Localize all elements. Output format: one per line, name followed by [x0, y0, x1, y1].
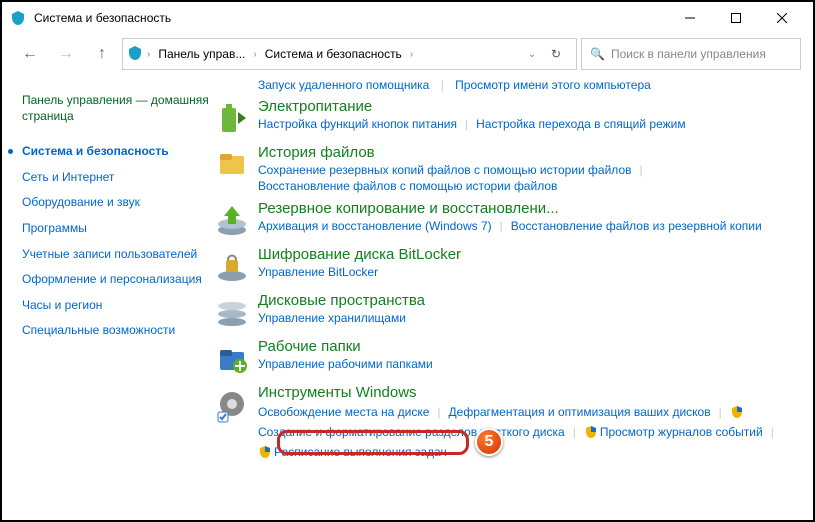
battery-icon: [212, 98, 252, 138]
chevron-right-icon: ›: [145, 49, 152, 60]
window-title: Система и безопасность: [34, 11, 667, 25]
category-title[interactable]: Дисковые пространства: [258, 292, 793, 310]
category-title[interactable]: История файлов: [258, 144, 793, 162]
link[interactable]: Настройка перехода в спящий режим: [476, 116, 685, 132]
cut-off-links: Запуск удаленного помощника | Просмотр и…: [212, 78, 793, 98]
titlebar: Система и безопасность: [2, 2, 813, 34]
category-storagespaces: Дисковые пространства Управление хранили…: [212, 292, 793, 332]
sidebar-item[interactable]: Программы: [22, 216, 212, 242]
refresh-button[interactable]: ↻: [540, 38, 572, 70]
sidebar-item[interactable]: Система и безопасность: [22, 139, 212, 165]
sidebar-item[interactable]: Специальные возможности: [22, 318, 212, 344]
drives-icon: [212, 292, 252, 332]
shield-icon: [258, 445, 272, 459]
forward-button[interactable]: →: [50, 38, 82, 70]
window-controls: [667, 3, 805, 33]
link[interactable]: Расписание выполнения задач: [274, 442, 447, 462]
main-panel: Запуск удаленного помощника | Просмотр и…: [212, 74, 813, 520]
link[interactable]: Архивация и восстановление (Windows 7): [258, 218, 492, 234]
sidebar-item[interactable]: Оформление и персонализация: [22, 267, 212, 293]
app-icon: [10, 10, 26, 26]
maximize-button[interactable]: [713, 3, 759, 33]
sidebar-item[interactable]: Сеть и Интернет: [22, 165, 212, 191]
search-icon: 🔍: [590, 47, 605, 61]
sidebar-item[interactable]: Учетные записи пользователей: [22, 242, 212, 268]
close-button[interactable]: [759, 3, 805, 33]
folder-history-icon: [212, 144, 252, 184]
link[interactable]: Управление хранилищами: [258, 310, 406, 326]
category-backup: Резервное копирование и восстановлени...…: [212, 200, 793, 240]
link[interactable]: Запуск удаленного помощника: [258, 78, 429, 92]
link[interactable]: Управление рабочими папками: [258, 356, 433, 372]
shield-icon: [584, 425, 598, 439]
content-area: Панель управления — домашняя страница Си…: [2, 74, 813, 520]
sidebar: Панель управления — домашняя страница Си…: [2, 74, 212, 520]
sidebar-home[interactable]: Панель управления — домашняя страница: [22, 88, 212, 129]
link[interactable]: Просмотр журналов событий: [600, 422, 763, 442]
link[interactable]: Восстановление файлов с помощью истории …: [258, 178, 557, 194]
link[interactable]: Восстановление файлов из резервной копии: [511, 218, 762, 234]
up-button[interactable]: ↑: [86, 38, 118, 70]
chevron-right-icon: ›: [251, 49, 258, 60]
category-title[interactable]: Инструменты Windows: [258, 384, 793, 402]
link[interactable]: Настройка функций кнопок питания: [258, 116, 457, 132]
link[interactable]: Дефрагментация и оптимизация ваших диско…: [449, 402, 711, 422]
lock-icon: [212, 246, 252, 286]
shield-icon: [730, 405, 744, 419]
back-button[interactable]: ←: [14, 38, 46, 70]
address-bar[interactable]: › Панель управ... › Система и безопаснос…: [122, 38, 577, 70]
category-workfolders: Рабочие папки Управление рабочими папкам…: [212, 338, 793, 378]
search-placeholder: Поиск в панели управления: [611, 47, 766, 61]
category-bitlocker: Шифрование диска BitLocker Управление Bi…: [212, 246, 793, 286]
category-title[interactable]: Рабочие папки: [258, 338, 793, 356]
breadcrumb-seg[interactable]: Система и безопасность: [261, 45, 406, 63]
link[interactable]: Просмотр имени этого компьютера: [455, 78, 651, 92]
search-input[interactable]: 🔍 Поиск в панели управления: [581, 38, 801, 70]
annotation-callout: 5: [475, 428, 503, 456]
nav-row: ← → ↑ › Панель управ... › Система и безо…: [2, 34, 813, 74]
category-filehistory: История файлов Сохранение резервных копи…: [212, 144, 793, 194]
minimize-button[interactable]: [667, 3, 713, 33]
link[interactable]: Управление BitLocker: [258, 264, 378, 280]
chevron-right-icon: ›: [408, 49, 415, 60]
link[interactable]: Освобождение места на диске: [258, 402, 429, 422]
category-power: Электропитание Настройка функций кнопок …: [212, 98, 793, 138]
gear-icon: [212, 384, 252, 424]
sidebar-item[interactable]: Оборудование и звук: [22, 190, 212, 216]
shield-icon: [127, 45, 143, 64]
breadcrumb-seg[interactable]: Панель управ...: [154, 45, 249, 63]
link[interactable]: Создание и форматирование разделов жестк…: [258, 422, 565, 442]
category-title[interactable]: Электропитание: [258, 98, 793, 116]
backup-icon: [212, 200, 252, 240]
work-folder-icon: [212, 338, 252, 378]
sidebar-item[interactable]: Часы и регион: [22, 293, 212, 319]
category-title[interactable]: Шифрование диска BitLocker: [258, 246, 793, 264]
link[interactable]: Сохранение резервных копий файлов с помо…: [258, 162, 632, 178]
category-title[interactable]: Резервное копирование и восстановлени...: [258, 200, 793, 218]
category-wintools: Инструменты Windows Освобождение места н…: [212, 384, 793, 462]
chevron-down-icon[interactable]: ⌄: [526, 49, 538, 60]
